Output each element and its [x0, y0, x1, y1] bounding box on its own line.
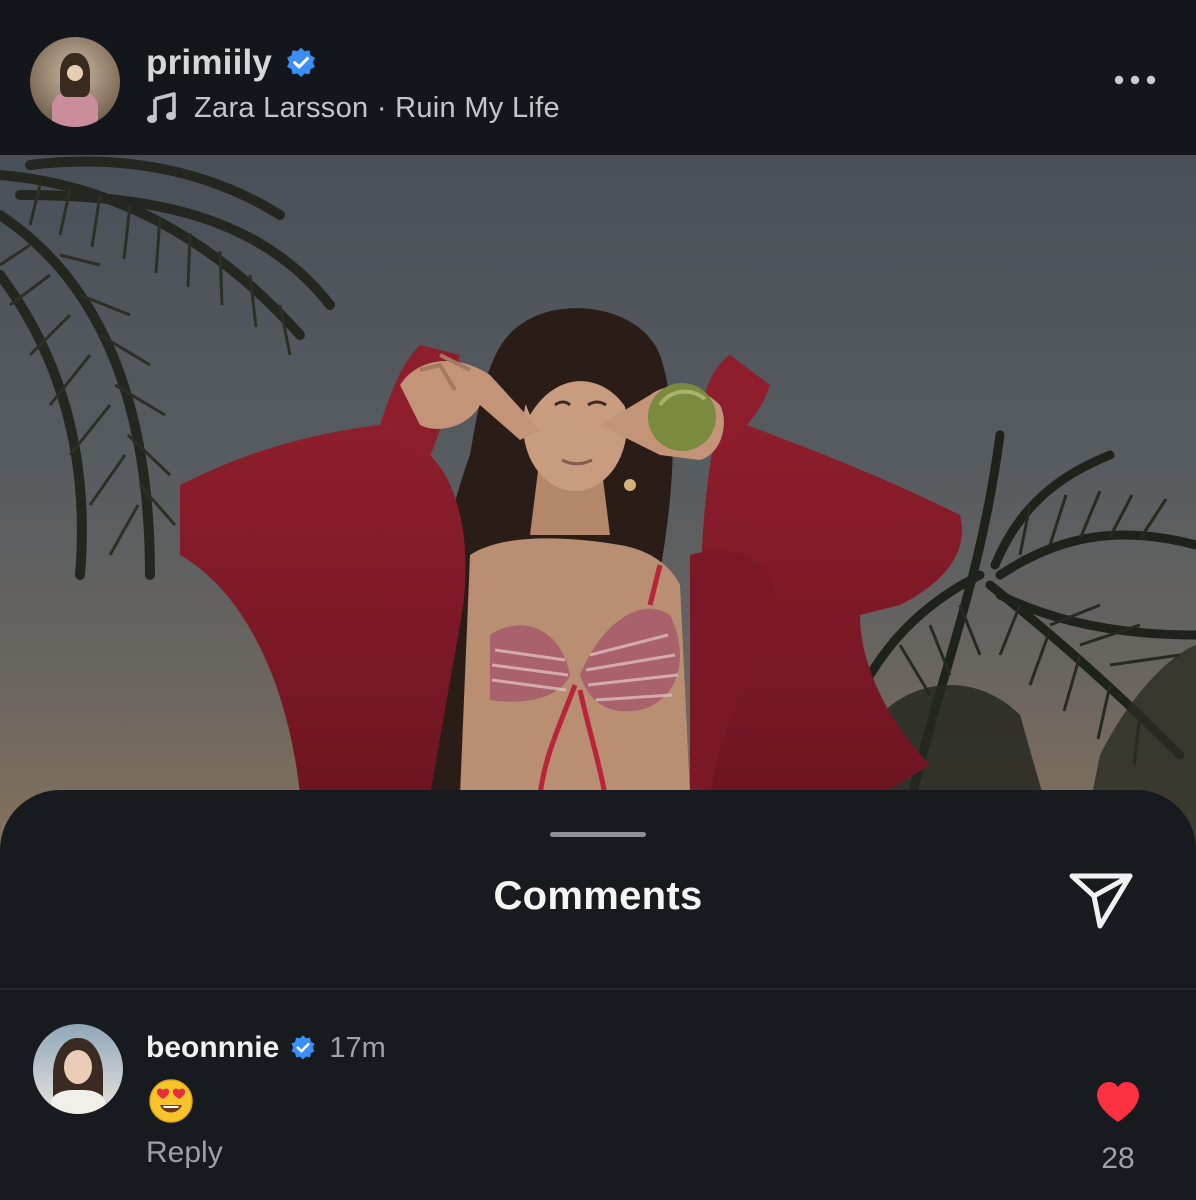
- more-options-icon: [1114, 75, 1156, 85]
- send-icon: [1069, 873, 1133, 929]
- comment-header: beonnnie 17m: [146, 1026, 386, 1070]
- post-header: primiily Zara Larsson · Ruin My Life: [0, 0, 1196, 155]
- music-note-icon: [147, 92, 176, 123]
- music-row[interactable]: Zara Larsson · Ruin My Life: [146, 86, 560, 130]
- author-username[interactable]: primiily: [146, 43, 272, 83]
- reply-button[interactable]: Reply: [146, 1136, 223, 1170]
- comments-sheet: Comments beonnnie 17m 😍 Reply 28: [0, 790, 1196, 1200]
- commenter-avatar[interactable]: [33, 1024, 123, 1114]
- comments-title: Comments: [493, 874, 703, 918]
- share-button[interactable]: [1066, 866, 1136, 932]
- verified-badge-icon: [291, 1035, 315, 1060]
- commenter-avatar-shirt: [51, 1090, 105, 1114]
- sheet-divider: [0, 988, 1196, 990]
- comment-timestamp: 17m: [329, 1031, 386, 1064]
- post-photo-image: [0, 155, 1196, 855]
- like-count: 28: [1101, 1142, 1135, 1175]
- avatar-figure-face: [67, 65, 83, 81]
- post-photo[interactable]: [0, 155, 1196, 855]
- author-avatar[interactable]: [30, 37, 120, 127]
- commenter-username[interactable]: beonnnie: [146, 1031, 279, 1065]
- drag-handle[interactable]: [550, 832, 646, 837]
- heart-icon[interactable]: [1094, 1080, 1142, 1124]
- music-track-label: Zara Larsson · Ruin My Life: [194, 91, 560, 124]
- author-row: primiily: [146, 40, 318, 86]
- verified-badge-icon: [287, 47, 316, 77]
- more-options-button[interactable]: [1104, 60, 1166, 100]
- commenter-avatar-face: [64, 1050, 92, 1084]
- heart-eyes-emoji-icon: [149, 1079, 193, 1123]
- comment-text: 😍: [148, 1082, 149, 1083]
